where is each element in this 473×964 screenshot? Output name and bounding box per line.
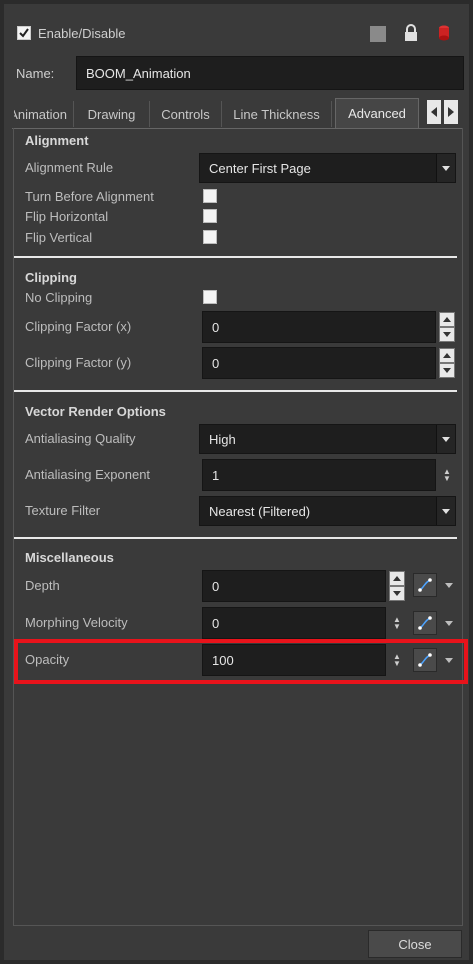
clipping-factor-x-stepper[interactable] [439, 312, 455, 342]
tab-scroll-left-button[interactable] [427, 100, 441, 124]
opacity-label: Opacity [25, 652, 70, 667]
chevron-down-icon [436, 425, 455, 453]
layer-color-icon[interactable] [437, 24, 451, 42]
flip-horizontal-checkbox[interactable] [203, 209, 217, 223]
clipping-factor-x-label: Clipping Factor (x) [25, 319, 132, 334]
tab-line-thickness[interactable]: Line Thickness [222, 101, 332, 127]
function-menu-arrow-icon[interactable] [445, 583, 453, 588]
close-button[interactable]: Close [368, 930, 462, 958]
stepper-down-icon[interactable] [439, 327, 455, 342]
morphing-velocity-value: 0 [212, 615, 220, 631]
turn-before-alignment-checkbox[interactable] [203, 189, 217, 203]
antialiasing-quality-value: High [209, 431, 236, 447]
tab-animation-label: Animation [14, 106, 67, 122]
vector-render-header: Vector Render Options [25, 404, 166, 419]
function-menu-arrow-icon[interactable] [445, 658, 453, 663]
stepper-up-icon[interactable] [439, 312, 455, 327]
opacity-slider-icon[interactable]: ▲ ▼ [392, 653, 402, 668]
separator [14, 537, 457, 539]
turn-before-alignment-label: Turn Before Alignment [25, 189, 154, 204]
clipping-factor-y-label: Clipping Factor (y) [25, 355, 132, 370]
flip-horizontal-label: Flip Horizontal [25, 209, 109, 224]
stepper-down-icon[interactable] [439, 363, 455, 378]
clipping-factor-y-stepper[interactable] [439, 348, 455, 378]
morphing-velocity-slider-icon[interactable]: ▲ ▼ [392, 616, 402, 631]
antialiasing-quality-dropdown[interactable]: High [199, 424, 456, 454]
flip-vertical-label: Flip Vertical [25, 230, 93, 245]
stepper-down-icon[interactable] [389, 586, 405, 601]
clipping-factor-y-value: 0 [212, 355, 220, 371]
antialiasing-exponent-value: 1 [212, 467, 220, 483]
miscellaneous-header: Miscellaneous [25, 550, 114, 565]
antialiasing-quality-label: Antialiasing Quality [25, 431, 136, 446]
tab-controls[interactable]: Controls [150, 101, 222, 127]
function-curve-button[interactable] [413, 573, 437, 597]
separator [14, 390, 457, 392]
function-curve-button[interactable] [413, 611, 437, 635]
alignment-header: Alignment [25, 133, 89, 148]
texture-filter-label: Texture Filter [25, 503, 101, 518]
clipping-factor-x-value: 0 [212, 319, 220, 335]
depth-stepper[interactable] [389, 571, 405, 601]
texture-filter-dropdown[interactable]: Nearest (Filtered) [199, 496, 456, 526]
tab-advanced-label: Advanced [348, 106, 406, 121]
flip-vertical-checkbox[interactable] [203, 230, 217, 244]
checkmark-icon [19, 28, 29, 38]
texture-filter-value: Nearest (Filtered) [209, 503, 311, 519]
name-input-value: BOOM_Animation [86, 65, 191, 81]
enable-label: Enable/Disable [38, 26, 126, 41]
arrow-right-icon [448, 107, 454, 117]
morphing-velocity-input[interactable]: 0 [202, 607, 386, 639]
tab-line-thickness-label: Line Thickness [233, 106, 320, 122]
lock-icon[interactable] [404, 24, 418, 42]
clipping-factor-y-input[interactable]: 0 [202, 347, 436, 379]
opacity-input[interactable]: 100 [202, 644, 386, 676]
close-button-label: Close [398, 936, 432, 952]
function-menu-arrow-icon[interactable] [445, 621, 453, 626]
advanced-panel [13, 128, 463, 926]
clipping-header: Clipping [25, 270, 77, 285]
arrow-left-icon [431, 107, 437, 117]
depth-label: Depth [25, 578, 60, 593]
name-input[interactable]: BOOM_Animation [76, 56, 464, 90]
alignment-rule-value: Center First Page [209, 160, 311, 176]
depth-input[interactable]: 0 [202, 570, 386, 602]
antialiasing-exponent-slider-icon[interactable]: ▲ ▼ [442, 468, 452, 483]
function-curve-icon [418, 616, 432, 630]
stepper-up-icon[interactable] [439, 348, 455, 363]
alignment-rule-dropdown[interactable]: Center First Page [199, 153, 456, 183]
clipping-factor-x-input[interactable]: 0 [202, 311, 436, 343]
function-curve-button[interactable] [413, 648, 437, 672]
name-label: Name: [16, 66, 55, 81]
tab-scroll-right-button[interactable] [444, 100, 458, 124]
function-curve-icon [418, 578, 432, 592]
tab-advanced[interactable]: Advanced [335, 98, 419, 128]
no-clipping-label: No Clipping [25, 290, 93, 305]
chevron-down-icon [436, 497, 455, 525]
stepper-up-icon[interactable] [389, 571, 405, 586]
tab-drawing-label: Drawing [87, 106, 136, 122]
antialiasing-exponent-label: Antialiasing Exponent [25, 467, 151, 482]
no-clipping-checkbox[interactable] [203, 290, 217, 304]
function-curve-icon [418, 653, 432, 667]
separator [14, 256, 457, 258]
depth-value: 0 [212, 578, 220, 594]
alignment-rule-label: Alignment Rule [25, 160, 114, 175]
antialiasing-exponent-input[interactable]: 1 [202, 459, 436, 491]
tab-controls-label: Controls [161, 106, 210, 122]
tab-drawing[interactable]: Drawing [74, 101, 150, 127]
color-swatch-icon[interactable] [370, 26, 386, 42]
chevron-down-icon [436, 154, 455, 182]
enable-checkbox[interactable] [17, 26, 31, 40]
opacity-value: 100 [212, 652, 234, 668]
tab-animation[interactable]: Animation [14, 101, 74, 127]
morphing-velocity-label: Morphing Velocity [25, 615, 128, 630]
